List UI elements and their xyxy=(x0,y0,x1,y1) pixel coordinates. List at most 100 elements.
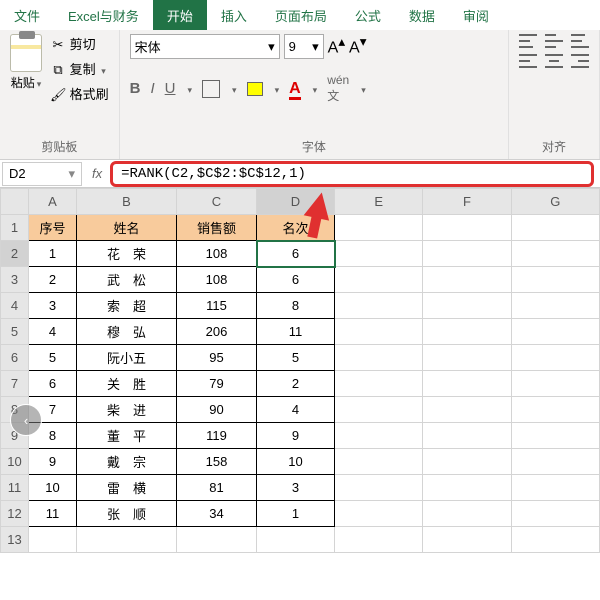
bold-button[interactable]: B xyxy=(130,80,141,97)
row-header[interactable]: 6 xyxy=(1,345,29,371)
cell[interactable]: 序号 xyxy=(29,215,77,241)
cell[interactable]: 10 xyxy=(257,449,335,475)
formula-input[interactable]: =RANK(C2,$C$2:$C$12,1) xyxy=(110,161,594,187)
cell[interactable]: 穆 弘 xyxy=(77,319,177,345)
cell[interactable]: 108 xyxy=(177,241,257,267)
cell[interactable]: 武 松 xyxy=(77,267,177,293)
ribbon: 粘贴 ✂ 剪切 ⧉ 复制 🖌 格式刷 剪贴板 宋体▾ 9▾ A▴ A▾ B I … xyxy=(0,30,600,160)
cell[interactable]: 90 xyxy=(177,397,257,423)
cell[interactable]: 1 xyxy=(29,241,77,267)
worksheet[interactable]: ‹ A B C D E F G 1 序号 姓名 销售额 名次 21花 荣1086… xyxy=(0,188,600,553)
tab-review[interactable]: 审阅 xyxy=(449,0,503,30)
paste-button[interactable]: 粘贴 xyxy=(10,34,42,91)
cell[interactable]: 5 xyxy=(29,345,77,371)
font-size-select[interactable]: 9▾ xyxy=(284,34,324,59)
copy-button[interactable]: ⧉ 复制 xyxy=(50,59,109,78)
ribbon-tabs: 文件 Excel与财务 开始 插入 页面布局 公式 数据 审阅 xyxy=(0,0,600,30)
cell[interactable]: 索 超 xyxy=(77,293,177,319)
col-header[interactable]: E xyxy=(335,189,423,215)
font-name-select[interactable]: 宋体▾ xyxy=(130,34,280,59)
align-top-icon[interactable] xyxy=(519,34,537,48)
cell[interactable]: 3 xyxy=(29,293,77,319)
cell[interactable]: 119 xyxy=(177,423,257,449)
cell[interactable]: 销售额 xyxy=(177,215,257,241)
cell[interactable]: 79 xyxy=(177,371,257,397)
cell[interactable]: 6 xyxy=(257,241,335,267)
cell[interactable]: 158 xyxy=(177,449,257,475)
cell[interactable]: 5 xyxy=(257,345,335,371)
cell[interactable]: 4 xyxy=(29,319,77,345)
cell[interactable]: 81 xyxy=(177,475,257,501)
decrease-font-icon[interactable]: A▾ xyxy=(349,34,366,59)
tab-file[interactable]: 文件 xyxy=(0,0,54,30)
cell[interactable]: 雷 横 xyxy=(77,475,177,501)
cell[interactable]: 11 xyxy=(29,501,77,527)
cell[interactable]: 206 xyxy=(177,319,257,345)
tab-layout[interactable]: 页面布局 xyxy=(261,0,341,30)
row-header[interactable]: 10 xyxy=(1,449,29,475)
col-header[interactable]: A xyxy=(29,189,77,215)
cell[interactable]: 8 xyxy=(257,293,335,319)
tab-data[interactable]: 数据 xyxy=(395,0,449,30)
border-button[interactable] xyxy=(202,80,220,98)
col-header[interactable]: F xyxy=(423,189,511,215)
italic-button[interactable]: I xyxy=(150,80,154,97)
cell[interactable]: 柴 进 xyxy=(77,397,177,423)
cell[interactable]: 2 xyxy=(257,371,335,397)
align-middle-icon[interactable] xyxy=(545,34,563,48)
row-header[interactable]: 11 xyxy=(1,475,29,501)
row-header[interactable]: 12 xyxy=(1,501,29,527)
tab-insert[interactable]: 插入 xyxy=(207,0,261,30)
align-bottom-icon[interactable] xyxy=(571,34,589,48)
cell[interactable]: 95 xyxy=(177,345,257,371)
cell[interactable]: 2 xyxy=(29,267,77,293)
tab-home[interactable]: 开始 xyxy=(153,0,207,30)
cell[interactable]: 115 xyxy=(177,293,257,319)
phonetic-button[interactable]: wén文 xyxy=(327,73,349,104)
cell[interactable]: 9 xyxy=(257,423,335,449)
underline-button[interactable]: U xyxy=(165,80,176,97)
col-header[interactable]: G xyxy=(511,189,599,215)
align-left-icon[interactable] xyxy=(519,54,537,68)
col-header[interactable]: C xyxy=(177,189,257,215)
format-painter-button[interactable]: 🖌 格式刷 xyxy=(50,84,109,103)
brush-icon: 🖌 xyxy=(50,87,66,103)
cell[interactable]: 关 胜 xyxy=(77,371,177,397)
cell[interactable]: 姓名 xyxy=(77,215,177,241)
cell[interactable]: 张 顺 xyxy=(77,501,177,527)
cell[interactable]: 3 xyxy=(257,475,335,501)
fill-color-button[interactable] xyxy=(247,82,263,96)
increase-font-icon[interactable]: A▴ xyxy=(328,34,345,59)
align-center-icon[interactable] xyxy=(545,54,563,68)
row-header[interactable]: 3 xyxy=(1,267,29,293)
cell[interactable]: 戴 宗 xyxy=(77,449,177,475)
col-header[interactable]: B xyxy=(77,189,177,215)
cell[interactable]: 4 xyxy=(257,397,335,423)
cell[interactable]: 花 荣 xyxy=(77,241,177,267)
row-header[interactable]: 2 xyxy=(1,241,29,267)
align-right-icon[interactable] xyxy=(571,54,589,68)
overlay-nav-icon[interactable]: ‹ xyxy=(10,404,42,436)
font-color-button[interactable]: A xyxy=(289,80,301,98)
cut-button[interactable]: ✂ 剪切 xyxy=(50,34,109,53)
cell[interactable]: 34 xyxy=(177,501,257,527)
fx-icon[interactable]: fx xyxy=(84,166,110,181)
tab-formula[interactable]: 公式 xyxy=(341,0,395,30)
cell[interactable]: 11 xyxy=(257,319,335,345)
name-box[interactable]: D2▾ xyxy=(2,162,82,186)
row-header[interactable]: 7 xyxy=(1,371,29,397)
cell[interactable]: 阮小五 xyxy=(77,345,177,371)
row-header[interactable]: 4 xyxy=(1,293,29,319)
row-header[interactable]: 13 xyxy=(1,527,29,553)
row-header[interactable]: 1 xyxy=(1,215,29,241)
cell[interactable]: 1 xyxy=(257,501,335,527)
cell[interactable]: 6 xyxy=(29,371,77,397)
cell[interactable]: 10 xyxy=(29,475,77,501)
cell[interactable]: 董 平 xyxy=(77,423,177,449)
cell[interactable]: 108 xyxy=(177,267,257,293)
tab-excel-finance[interactable]: Excel与财务 xyxy=(54,0,153,30)
align-group: 对齐 xyxy=(509,30,600,159)
cell[interactable]: 6 xyxy=(257,267,335,293)
row-header[interactable]: 5 xyxy=(1,319,29,345)
cell[interactable]: 9 xyxy=(29,449,77,475)
